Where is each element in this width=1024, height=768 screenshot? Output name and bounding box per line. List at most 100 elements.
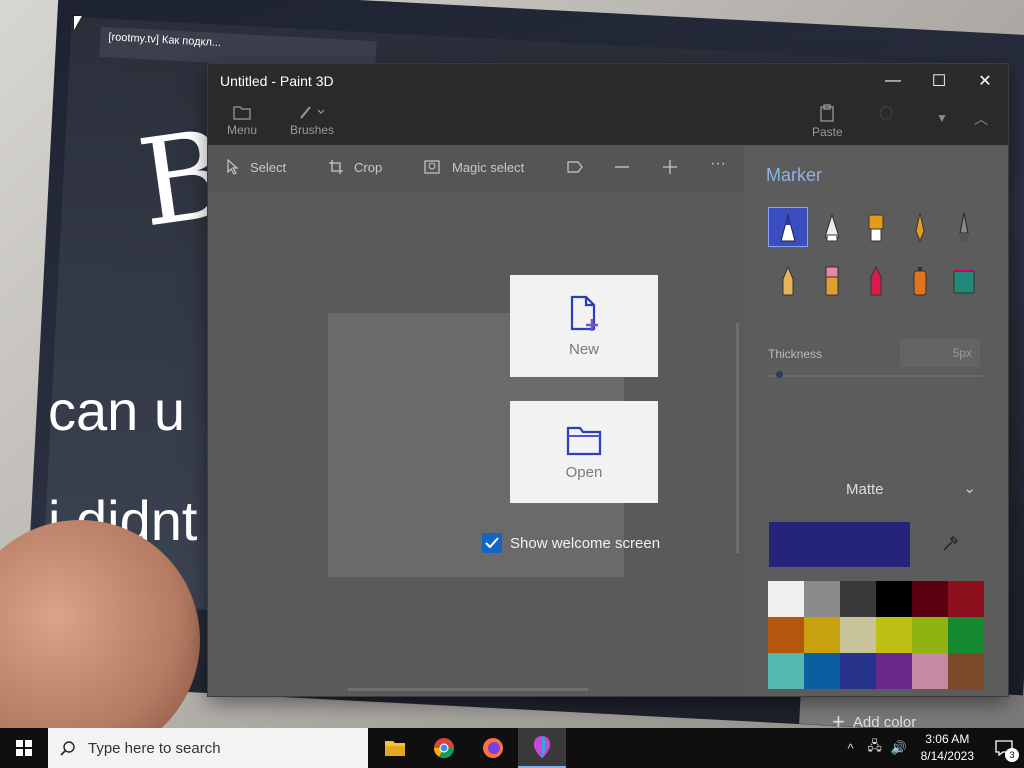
ribbon: Menu Brushes Paste ▼ ︿ — [208, 97, 1008, 145]
color-swatch[interactable] — [948, 581, 984, 617]
color-swatch[interactable] — [840, 617, 876, 653]
minimize-button[interactable]: — — [870, 64, 916, 97]
undo-icon — [879, 106, 893, 120]
start-button[interactable] — [0, 728, 48, 768]
color-swatch[interactable] — [912, 581, 948, 617]
eyedropper-icon[interactable] — [941, 535, 959, 558]
crayon-brush[interactable] — [856, 261, 896, 301]
action-center-button[interactable]: 3 — [984, 728, 1024, 768]
windows-logo-icon — [16, 740, 32, 756]
select-tool[interactable]: Select — [226, 159, 286, 175]
horizontal-scrollbar[interactable] — [348, 688, 588, 691]
marker-icon — [780, 213, 796, 242]
pixel-pen-icon — [959, 212, 969, 241]
color-swatch[interactable] — [840, 653, 876, 689]
color-swatch[interactable] — [948, 617, 984, 653]
vertical-scrollbar[interactable] — [736, 323, 739, 553]
magic-select-tool[interactable]: Magic select — [424, 159, 524, 175]
new-file-icon — [570, 295, 598, 331]
collapse-ribbon-icon[interactable]: ︿ — [974, 109, 988, 129]
paste-label: Paste — [812, 125, 843, 139]
marker-brush[interactable] — [768, 207, 808, 247]
show-welcome-checkbox[interactable] — [482, 533, 502, 553]
thickness-slider-handle[interactable] — [776, 371, 783, 378]
taskbar: Type here to search ^ 🖧 🔊 3:06 AM 8/14/2… — [0, 728, 1024, 768]
open-project-button[interactable]: Open — [510, 401, 658, 503]
zoom-out-button[interactable] — [614, 159, 640, 175]
color-swatch[interactable] — [768, 617, 804, 653]
color-swatch[interactable] — [840, 581, 876, 617]
title-bar: Untitled - Paint 3D — ☐ ✕ — [208, 64, 1008, 97]
spray-can-brush[interactable] — [900, 261, 940, 301]
file-explorer-taskbar-button[interactable] — [371, 728, 419, 768]
calligraphy-pen-brush[interactable] — [812, 207, 852, 247]
thickness-slider[interactable] — [768, 375, 982, 377]
network-icon[interactable]: 🖧 — [863, 737, 887, 759]
flag-tool[interactable] — [566, 159, 594, 175]
watercolor-icon — [915, 212, 925, 243]
current-color-swatch[interactable] — [769, 522, 910, 567]
paint3d-icon — [533, 736, 551, 758]
select-cursor-icon — [227, 159, 239, 175]
brushes-button[interactable]: Brushes — [290, 104, 334, 137]
color-swatch[interactable] — [804, 581, 840, 617]
color-swatch[interactable] — [912, 617, 948, 653]
new-project-button[interactable]: New — [510, 275, 658, 377]
brush-side-panel: Marker Thickness 5px Matte ⌄ + Add color — [744, 145, 1008, 733]
firefox-taskbar-button[interactable] — [469, 728, 517, 768]
paint3d-taskbar-button[interactable] — [518, 728, 566, 768]
volume-icon[interactable]: 🔊 — [887, 740, 911, 756]
minus-icon — [615, 166, 629, 168]
color-swatch[interactable] — [876, 581, 912, 617]
color-swatch[interactable] — [912, 653, 948, 689]
search-icon — [60, 741, 75, 756]
menu-button[interactable]: Menu — [227, 104, 257, 137]
disabled-ribbon-button — [878, 104, 894, 125]
more-options-button[interactable]: ··· — [710, 155, 726, 173]
pencil-icon — [782, 265, 794, 296]
brush-icon — [300, 106, 325, 119]
color-swatch[interactable] — [768, 653, 804, 689]
color-swatch[interactable] — [876, 617, 912, 653]
crayon-icon — [870, 265, 882, 296]
show-hidden-icons-icon[interactable]: ^ — [839, 741, 863, 756]
close-button[interactable]: ✕ — [962, 64, 1008, 97]
pixel-pen-brush[interactable] — [944, 207, 984, 247]
clock[interactable]: 3:06 AM 8/14/2023 — [911, 731, 984, 765]
crop-icon — [329, 160, 343, 174]
thickness-label: Thickness — [768, 347, 823, 361]
magic-select-label: Magic select — [452, 159, 525, 175]
crop-tool[interactable]: Crop — [328, 159, 382, 175]
oil-brush-icon — [868, 214, 884, 242]
finish-dropdown[interactable]: Matte ⌄ — [766, 475, 986, 505]
color-palette — [768, 581, 984, 689]
folder-icon — [233, 106, 251, 120]
chevron-down-icon[interactable]: ▼ — [936, 111, 948, 125]
oil-brush[interactable] — [856, 207, 896, 247]
select-label: Select — [250, 159, 287, 175]
color-swatch[interactable] — [804, 617, 840, 653]
color-swatch[interactable] — [804, 653, 840, 689]
pencil-brush[interactable] — [768, 261, 808, 301]
flag-icon — [567, 161, 583, 173]
system-tray: ^ 🖧 🔊 3:06 AM 8/14/2023 3 — [839, 728, 1024, 768]
taskbar-search-box[interactable]: Type here to search — [48, 728, 368, 768]
canvas-toolbar: Select Crop Magic select ··· — [208, 145, 744, 193]
paste-button[interactable]: Paste — [812, 104, 843, 139]
show-welcome-toggle[interactable]: Show welcome screen — [482, 533, 660, 553]
color-swatch[interactable] — [948, 653, 984, 689]
maximize-button[interactable]: ☐ — [916, 64, 962, 97]
color-swatch[interactable] — [876, 653, 912, 689]
zoom-in-button[interactable] — [662, 159, 688, 175]
chrome-taskbar-button[interactable] — [420, 728, 468, 768]
watercolor-brush[interactable] — [900, 207, 940, 247]
fill-bucket-brush[interactable] — [944, 261, 984, 301]
thickness-input[interactable]: 5px — [900, 339, 980, 367]
eraser-brush[interactable] — [812, 261, 852, 301]
chrome-icon — [433, 738, 455, 759]
color-swatch[interactable] — [768, 581, 804, 617]
mouse-cursor-icon — [74, 16, 82, 30]
magic-select-icon — [424, 160, 440, 174]
clock-time: 3:06 AM — [925, 732, 970, 746]
clipboard-icon — [820, 104, 834, 122]
